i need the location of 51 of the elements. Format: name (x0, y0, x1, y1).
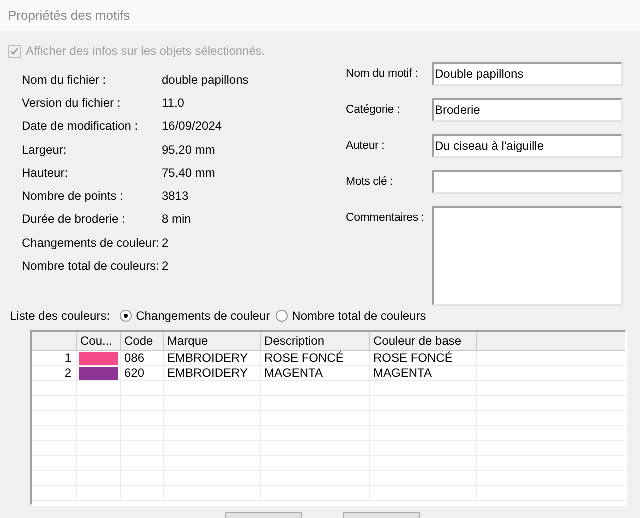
info-value: 11,0 (162, 94, 184, 112)
radio-button[interactable] (276, 310, 288, 322)
column-header[interactable]: Code (120, 332, 163, 350)
info-label: Version du fichier : (22, 94, 122, 112)
field-label: Mots clé : (346, 175, 394, 190)
radio-label: Nombre total de couleurs (292, 308, 426, 325)
field-label: Commentaires : (346, 211, 426, 226)
column-header[interactable]: Description (260, 332, 369, 350)
table-cell: ROSE FONCÉ (369, 350, 476, 366)
column-header[interactable]: Marque (163, 332, 260, 350)
info-value: 2 (162, 258, 169, 276)
table-cell: MAGENTA (260, 366, 369, 380)
color-list-label: Liste des couleurs: (10, 308, 110, 325)
table-cell: 620 (120, 366, 163, 380)
field-label: Nom du motif : (346, 67, 419, 82)
info-label: Changements de couleur: (22, 234, 160, 252)
info-label: Durée de broderie : (22, 211, 126, 228)
checkbox-label: Afficher des infos sur les objets sélectionnés. (26, 43, 266, 60)
window-title: Propriétés des motifs (8, 6, 130, 25)
info-label: Date de modification : (22, 118, 140, 136)
text-field[interactable]: Broderie (432, 98, 623, 122)
column-header[interactable]: Couleur de base (369, 332, 476, 350)
table-cell: EMBROIDERY (163, 350, 260, 366)
info-value: 16/09/2024 (162, 118, 222, 136)
row-number: 2 (32, 366, 76, 380)
radio-label: Changements de couleur (136, 308, 270, 325)
info-value: 95,20 mm (162, 142, 216, 159)
field-label: Auteur : (346, 139, 386, 154)
info-value: 3813 (162, 188, 189, 206)
check-icon (10, 46, 19, 56)
info-label: Nombre de points : (22, 188, 124, 206)
table-cell: MAGENTA (369, 366, 476, 380)
column-header[interactable]: Cou... (76, 332, 120, 350)
info-label: Hauteur: (22, 164, 70, 182)
info-label: Largeur: (22, 142, 68, 159)
table-cell: EMBROIDERY (163, 366, 260, 380)
info-value: 2 (162, 234, 169, 252)
info-label: Nombre total de couleurs: (22, 258, 160, 276)
info-label: Nom du fichier : (22, 72, 108, 89)
info-value: double papillons (162, 72, 249, 89)
table-cell: ROSE FONCÉ (260, 350, 369, 366)
radio-button[interactable] (120, 310, 132, 322)
table-cell: 086 (120, 350, 163, 366)
text-field[interactable]: Double papillons (432, 62, 623, 86)
field-label: Catégorie : (346, 103, 402, 118)
comments-field[interactable] (432, 206, 623, 306)
info-value: 8 min (162, 211, 192, 228)
text-field[interactable] (432, 170, 623, 194)
text-field[interactable]: Du ciseau à l'aiguille (432, 134, 623, 158)
info-value: 75,40 mm (162, 164, 216, 182)
row-number: 1 (32, 350, 76, 366)
